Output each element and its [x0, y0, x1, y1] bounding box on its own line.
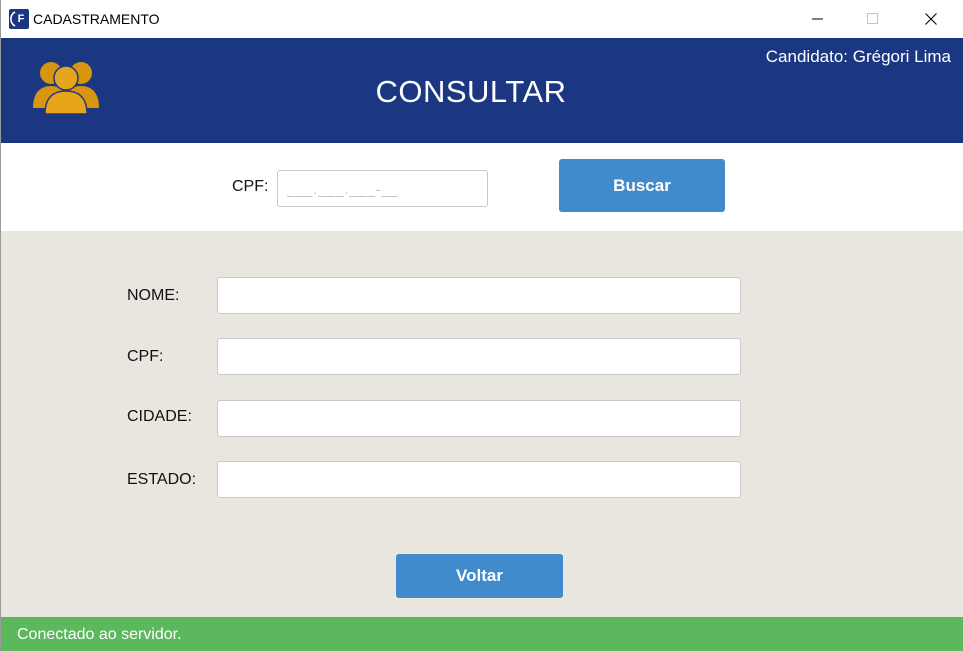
page-title: CONSULTAR — [375, 74, 567, 109]
close-icon — [925, 13, 937, 25]
status-text: Conectado ao servidor. — [17, 626, 182, 643]
city-field[interactable] — [217, 400, 741, 437]
name-field[interactable] — [217, 277, 741, 314]
app-window: F CADASTRAMENTO CONSULTAR Candidato: Gré… — [0, 0, 963, 651]
status-bar: Conectado ao servidor. — [1, 617, 963, 651]
search-cpf-input[interactable] — [277, 170, 488, 207]
back-button[interactable]: Voltar — [396, 554, 563, 598]
search-cpf-label: CPF: — [232, 178, 269, 195]
cpf-label: CPF: — [127, 348, 164, 365]
search-section: CPF: Buscar — [1, 143, 963, 231]
result-form: NOME: CPF: CIDADE: ESTADO: Voltar — [1, 231, 963, 617]
header-banner: CONSULTAR Candidato: Grégori Lima — [1, 38, 963, 143]
svg-text:F: F — [18, 13, 25, 25]
state-field[interactable] — [217, 461, 741, 498]
cpf-field[interactable] — [217, 338, 741, 375]
maximize-button[interactable] — [844, 0, 902, 38]
name-label: NOME: — [127, 287, 180, 304]
state-label: ESTADO: — [127, 471, 197, 488]
close-button[interactable] — [902, 0, 960, 38]
window-title: CADASTRAMENTO — [33, 11, 160, 27]
minimize-button[interactable] — [789, 0, 847, 38]
minimize-icon — [812, 18, 823, 20]
city-label: CIDADE: — [127, 408, 192, 425]
candidate-name: Candidato: Grégori Lima — [765, 47, 951, 66]
title-bar: F CADASTRAMENTO — [1, 0, 963, 38]
app-logo-icon: F — [9, 9, 29, 29]
maximize-icon — [867, 13, 878, 24]
search-button[interactable]: Buscar — [559, 159, 725, 212]
